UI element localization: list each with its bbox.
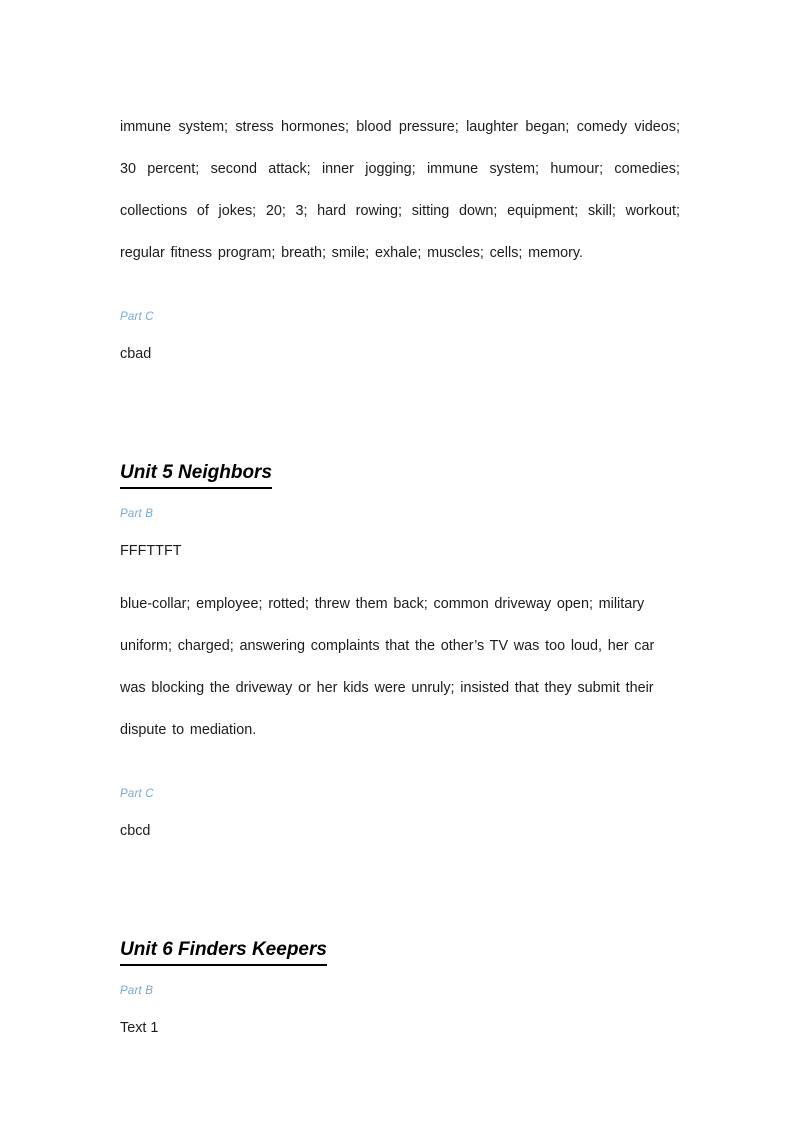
unit6-part-b-text-marker: Text 1 (120, 1020, 159, 1036)
unit6-part-b-label: Part B (120, 985, 154, 997)
document-content: immune system; stress hormones; blood pr… (120, 106, 680, 1044)
unit5-part-b-paragraph: blue-collar; employee; rotted; threw the… (120, 596, 655, 738)
unit4-keywords-paragraph: immune system; stress hormones; blood pr… (120, 119, 680, 261)
unit4-part-c-label: Part C (120, 311, 154, 323)
unit5-heading: Unit 5 Neighbors (120, 460, 273, 489)
unit6-heading: Unit 6 Finders Keepers (120, 937, 327, 966)
unit5-part-b-label: Part B (120, 508, 154, 520)
unit5-part-b-tf-answer: FFFTTFT (120, 543, 182, 559)
unit5-heading-wrap: Unit 5 Neighbors (120, 460, 680, 489)
document-page: immune system; stress hormones; blood pr… (0, 0, 800, 1132)
unit5-part-c-answer: cbcd (120, 823, 151, 839)
unit5-part-c-label: Part C (120, 788, 154, 800)
unit4-part-c-answer: cbad (120, 346, 152, 362)
unit6-heading-wrap: Unit 6 Finders Keepers (120, 937, 680, 966)
